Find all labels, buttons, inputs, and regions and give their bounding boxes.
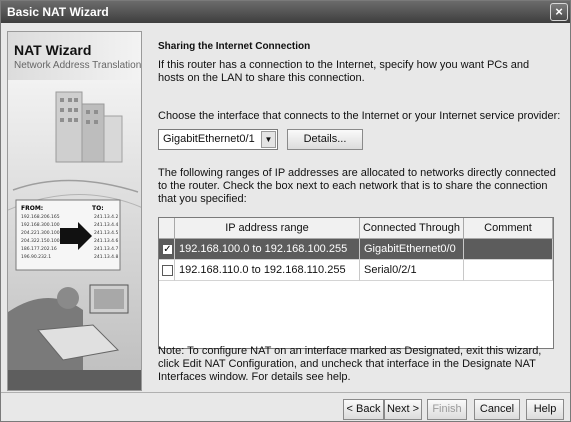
table-row[interactable]: ✓ 192.168.100.0 to 192.168.100.255 Gigab… <box>159 239 553 260</box>
comment-cell[interactable] <box>464 239 553 260</box>
illustration-from-address: 186.177.202.16 <box>21 246 57 252</box>
connected-through-cell: Serial0/2/1 <box>360 260 464 281</box>
connected-through-cell: GigabitEthernet0/0 <box>360 239 464 260</box>
column-header-range: IP address range <box>175 218 360 239</box>
illustration-from-label: FROM: <box>21 205 43 212</box>
illustration-from-address: 192.168.206.165 <box>21 214 60 220</box>
table-row[interactable]: 192.168.110.0 to 192.168.110.255 Serial0… <box>159 260 553 281</box>
sidebar-subtitle: Network Address Translation <box>14 60 142 71</box>
designated-note: Note: To configure NAT on an interface m… <box>158 345 542 383</box>
column-header-through: Connected Through <box>360 218 464 239</box>
illustration-to-address: 241.13.4.5 <box>94 230 118 236</box>
column-header-check <box>159 218 175 239</box>
wizard-illustration: FROM: TO: 192.168.206.165 192.168.300.100… <box>8 80 141 390</box>
illustration-from-address: 192.168.300.100 <box>21 222 60 228</box>
sidebar-title: NAT Wizard <box>14 42 92 58</box>
illustration-from-address: 204.322.150.100 <box>21 238 60 244</box>
details-button[interactable]: Details... <box>287 129 363 150</box>
share-checkbox[interactable] <box>162 265 173 276</box>
row-check-cell: ✓ <box>159 239 175 260</box>
illustration-to-address: 241.13.4.2 <box>94 214 118 220</box>
ip-range-cell: 192.168.100.0 to 192.168.100.255 <box>175 239 360 260</box>
finish-button[interactable]: Finish <box>427 399 467 420</box>
footer-divider <box>1 392 570 393</box>
illustration-to-address: 241.13.4.6 <box>94 238 118 244</box>
ip-range-cell: 192.168.110.0 to 192.168.110.255 <box>175 260 360 281</box>
interface-select-value: GigabitEthernet0/1 <box>163 133 255 145</box>
illustration-to-address: 241.13.4.8 <box>94 254 118 260</box>
next-button[interactable]: Next > <box>384 399 422 420</box>
illustration-from-address: 196.90.232.1 <box>21 254 51 260</box>
close-icon[interactable]: × <box>550 3 568 21</box>
comment-cell[interactable] <box>464 260 553 281</box>
ip-ranges-table: IP address range Connected Through Comme… <box>158 217 554 349</box>
row-check-cell <box>159 260 175 281</box>
illustration-to-label: TO: <box>92 205 104 212</box>
chevron-down-icon[interactable]: ▼ <box>261 131 276 148</box>
illustration-to-address: 241.13.4.7 <box>94 246 118 252</box>
illustration-from-address: 204.221.300.100 <box>21 230 60 236</box>
page-heading: Sharing the Internet Connection <box>158 41 311 52</box>
window-title: Basic NAT Wizard <box>7 5 109 19</box>
title-bar: Basic NAT Wizard × <box>1 1 570 23</box>
interface-select[interactable]: GigabitEthernet0/1 ▼ <box>158 129 278 150</box>
cancel-button[interactable]: Cancel <box>474 399 520 420</box>
ranges-instructions: The following ranges of IP addresses are… <box>158 167 556 205</box>
wizard-sidebar: NAT Wizard Network Address Translation F… <box>7 31 142 391</box>
illustration-to-address: 241.13.4.4 <box>94 222 118 228</box>
column-header-comment: Comment <box>464 218 553 239</box>
table-header-row: IP address range Connected Through Comme… <box>159 218 553 239</box>
interface-prompt: Choose the interface that connects to th… <box>158 110 561 122</box>
nat-wizard-window: Basic NAT Wizard × NAT Wizard Network Ad… <box>0 0 571 422</box>
intro-text: If this router has a connection to the I… <box>158 59 530 84</box>
share-checkbox[interactable]: ✓ <box>162 244 173 255</box>
help-button[interactable]: Help <box>526 399 564 420</box>
back-button[interactable]: < Back <box>343 399 384 420</box>
